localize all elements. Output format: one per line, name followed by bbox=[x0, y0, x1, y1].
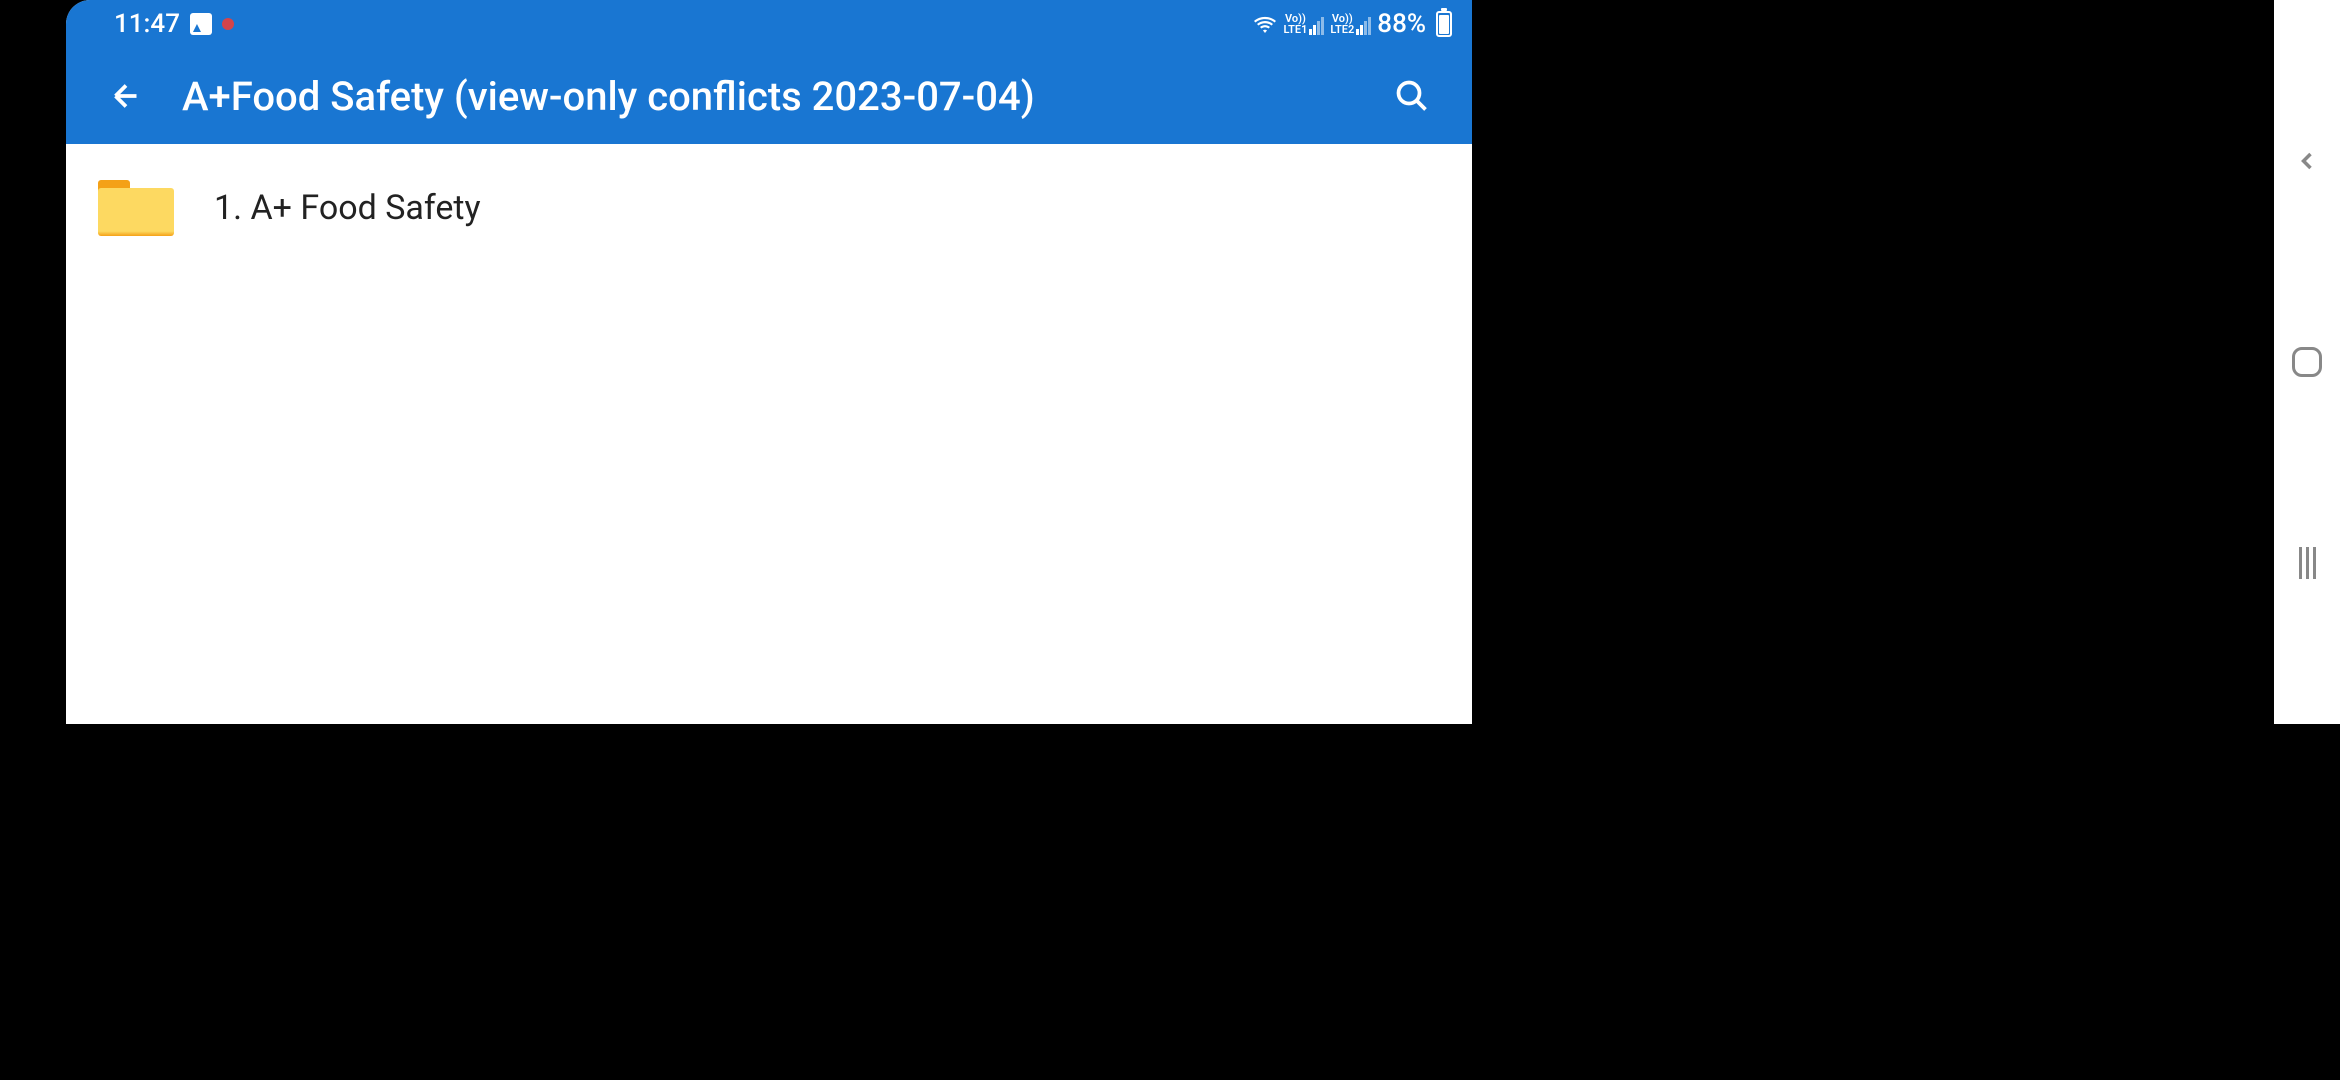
nav-recent-button[interactable] bbox=[2286, 542, 2328, 584]
chevron-left-icon bbox=[2293, 147, 2321, 175]
signal-bars-icon bbox=[1309, 17, 1324, 35]
sim1-signal: Vo)) LTE1 bbox=[1283, 13, 1324, 35]
folder-icon bbox=[98, 180, 174, 236]
page-title: A+Food Safety (view-only conflicts 2023-… bbox=[182, 73, 1356, 120]
nav-back-button[interactable] bbox=[2286, 140, 2328, 182]
back-button[interactable] bbox=[102, 72, 150, 120]
recent-apps-icon bbox=[2299, 547, 2316, 579]
status-left: 11:47 bbox=[114, 9, 234, 39]
status-right: Vo)) LTE1 Vo)) LTE2 88% bbox=[1253, 9, 1452, 39]
signal-bars-icon bbox=[1356, 17, 1371, 35]
folder-item[interactable]: 1. A+ Food Safety bbox=[66, 168, 1472, 248]
home-icon bbox=[2292, 347, 2322, 377]
content-area: 1. A+ Food Safety bbox=[66, 144, 1472, 272]
nav-home-button[interactable] bbox=[2286, 341, 2328, 383]
phone-screen: 11:47 Vo)) LTE1 Vo)) LTE2 bbox=[66, 0, 1472, 724]
search-icon bbox=[1394, 78, 1430, 114]
sim2-signal: Vo)) LTE2 bbox=[1330, 13, 1371, 35]
folder-name: 1. A+ Food Safety bbox=[214, 188, 481, 228]
navigation-bar bbox=[2274, 0, 2340, 724]
app-header: A+Food Safety (view-only conflicts 2023-… bbox=[66, 48, 1472, 144]
wifi-icon bbox=[1253, 15, 1277, 33]
status-bar: 11:47 Vo)) LTE1 Vo)) LTE2 bbox=[66, 0, 1472, 48]
battery-percentage: 88% bbox=[1377, 9, 1426, 39]
battery-icon bbox=[1436, 11, 1452, 37]
arrow-left-icon bbox=[108, 78, 144, 114]
status-time: 11:47 bbox=[114, 9, 180, 39]
search-button[interactable] bbox=[1388, 72, 1436, 120]
image-indicator-icon bbox=[190, 13, 212, 35]
record-indicator-icon bbox=[222, 18, 234, 30]
